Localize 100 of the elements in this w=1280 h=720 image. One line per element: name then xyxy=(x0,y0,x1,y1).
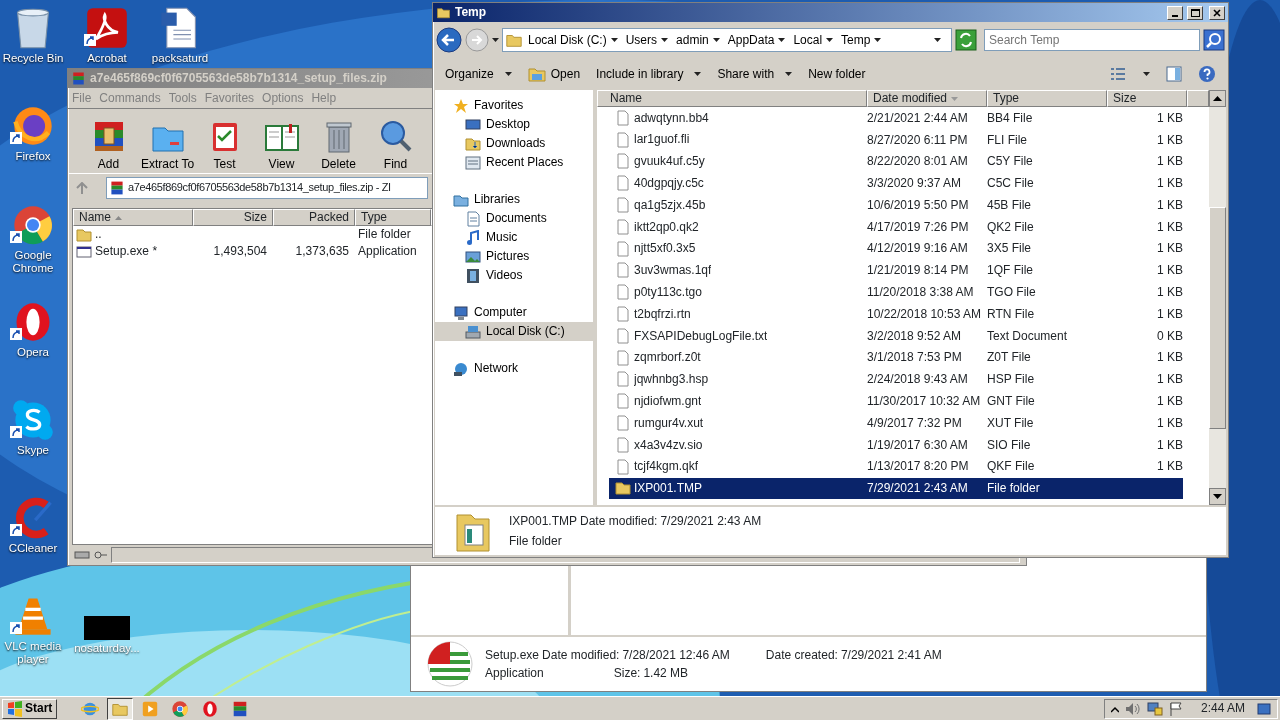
toolbar-button[interactable]: Find xyxy=(367,115,424,173)
dropdown-arrow-icon xyxy=(1143,72,1150,76)
column-header[interactable]: Size xyxy=(193,209,273,226)
column-header[interactable]: Date modified xyxy=(867,90,987,107)
file-row[interactable]: adwqtynn.bb4 2/21/2021 2:44 AM BB4 File 1 KB xyxy=(609,107,1183,129)
path-field[interactable]: a7e465f869cf0f6705563de58b7b1314_setup_files.zip - ZI xyxy=(106,177,428,199)
file-name: iktt2qp0.qk2 xyxy=(634,219,699,235)
breadcrumb-item[interactable]: Users xyxy=(622,32,672,48)
date-modified: 3/2/2018 9:52 AM xyxy=(867,328,963,344)
command-button[interactable]: Open xyxy=(519,66,589,82)
nav-item[interactable]: Pictures xyxy=(435,247,593,266)
toolbar-button[interactable]: Add xyxy=(80,115,137,173)
file-name: njdiofwm.gnt xyxy=(634,394,702,409)
maximize-button[interactable] xyxy=(1187,5,1203,20)
file-icon xyxy=(615,349,631,366)
nav-item[interactable]: Network xyxy=(435,359,593,378)
archive-stack-icon xyxy=(71,71,86,86)
column-header[interactable]: Packed xyxy=(273,209,355,226)
desktop-shortcut[interactable]: Firefox xyxy=(0,104,66,164)
nav-item[interactable]: Desktop xyxy=(435,115,593,134)
flag-icon[interactable] xyxy=(1168,701,1183,716)
date-modified: 4/12/2019 9:16 AM xyxy=(867,241,969,256)
column-header[interactable]: Type xyxy=(355,209,431,226)
file-row[interactable]: tcjf4kgm.qkf 1/13/2017 8:20 PM QKF File 1 KB xyxy=(609,455,1183,478)
speaker-icon[interactable] xyxy=(1124,701,1141,716)
search-field[interactable]: Search Temp xyxy=(984,29,1200,51)
file-row[interactable]: lar1guof.fli 8/27/2020 6:11 PM FLI File 1 KB xyxy=(609,128,1183,151)
file-row[interactable]: p0ty113c.tgo 11/20/2018 3:38 AM TGO File 1 KB xyxy=(609,281,1183,304)
close-button[interactable] xyxy=(1209,5,1225,20)
network-status-icon[interactable] xyxy=(1146,701,1163,716)
file-type: QK2 File xyxy=(987,219,1035,235)
file-row[interactable]: jqwhnbg3.hsp 2/24/2018 9:43 AM HSP File 1 KB xyxy=(609,368,1183,391)
command-button[interactable]: Share with xyxy=(709,66,801,82)
file-icon xyxy=(615,284,631,301)
command-button[interactable]: Include in library xyxy=(588,66,710,82)
column-header[interactable]: Size xyxy=(1107,90,1187,107)
file-row[interactable]: 3uv3wmas.1qf 1/21/2019 8:14 PM 1QF File 1 KB xyxy=(609,259,1183,282)
file-row[interactable]: njtt5xf0.3x5 4/12/2019 9:16 AM 3X5 File 1 KB xyxy=(609,237,1183,260)
nav-item[interactable]: Documents xyxy=(435,209,593,228)
file-row[interactable]: 40dgpqjy.c5c 3/3/2020 9:37 AM C5C File 1 KB xyxy=(609,172,1183,195)
show-desktop-icon[interactable] xyxy=(1257,702,1271,715)
taskbar-button[interactable] xyxy=(107,697,134,720)
scroll-up-icon[interactable] xyxy=(1209,90,1226,107)
desktop-shortcut[interactable]: Acrobat xyxy=(74,6,140,66)
date-modified: 4/17/2019 7:26 PM xyxy=(867,219,970,235)
scroll-down-icon[interactable] xyxy=(1209,488,1226,505)
nav-item[interactable]: Videos xyxy=(435,266,593,285)
show-hidden-icons-icon[interactable] xyxy=(1110,704,1119,713)
icon-label: Recycle Bin xyxy=(2,52,64,66)
toolbar-button[interactable]: Delete xyxy=(310,115,367,173)
vertical-scrollbar[interactable] xyxy=(1209,90,1226,505)
desktop-shortcut[interactable]: Google Chrome xyxy=(0,203,66,276)
back-button[interactable] xyxy=(436,27,462,53)
minimize-button[interactable] xyxy=(1167,5,1183,20)
nav-item[interactable]: Computer xyxy=(435,303,593,322)
file-row[interactable]: qa1g5zjx.45b 10/6/2019 5:50 PM 45B File 1 KB xyxy=(609,194,1183,216)
toolbar-button[interactable]: Extract To xyxy=(139,115,196,173)
toolbar-button[interactable]: View xyxy=(253,115,310,173)
command-button[interactable]: Organize xyxy=(437,66,520,82)
desktop-shortcut[interactable]: Opera xyxy=(0,300,66,360)
file-row[interactable]: rumgur4v.xut 4/9/2017 7:32 PM XUT File 1 KB xyxy=(609,412,1183,434)
desktop-shortcut[interactable]: Skype xyxy=(0,398,66,458)
breadcrumb-item[interactable]: admin xyxy=(673,32,723,48)
nav-item[interactable]: Favorites xyxy=(435,96,593,115)
file-row[interactable]: zqmrborf.z0t 3/1/2018 7:53 PM Z0T File 1 KB xyxy=(609,346,1183,369)
scroll-thumb[interactable] xyxy=(1209,207,1226,429)
file-row[interactable]: t2bqfrzi.rtn 10/22/2018 10:53 AM RTN File 1 KB xyxy=(609,303,1183,325)
file-row[interactable]: gvuuk4uf.c5y 8/22/2020 8:01 AM C5Y File 1 KB xyxy=(609,150,1183,173)
file-row[interactable]: njdiofwm.gnt 11/30/2017 10:32 AM GNT File 1 KB xyxy=(609,390,1183,413)
nav-item[interactable]: Local Disk (C:) xyxy=(435,322,593,341)
address-bar[interactable]: Local Disk (C:) Users admin AppData Local Temp xyxy=(502,28,952,52)
desktop-shortcut[interactable]: Recycle Bin xyxy=(0,6,66,66)
file-name: IXP001.TMP xyxy=(509,513,578,528)
file-row[interactable]: FXSAPIDebugLogFile.txt 3/2/2018 9:52 AM Text Document 0 KB xyxy=(609,324,1183,347)
breadcrumb-item[interactable]: Local Disk (C:) xyxy=(525,32,621,48)
nav-item[interactable]: Downloads xyxy=(435,134,593,153)
column-header[interactable]: Name xyxy=(597,90,867,107)
desktop-shortcut[interactable]: CCleaner xyxy=(0,496,66,556)
desktop-shortcut[interactable]: packsaturd xyxy=(147,6,213,66)
refresh-button[interactable] xyxy=(955,29,977,51)
file-row[interactable]: x4a3v4zv.sio 1/19/2017 6:30 AM SIO File 1 KB xyxy=(609,433,1183,456)
column-header[interactable]: Name xyxy=(73,209,193,226)
start-button[interactable]: Start xyxy=(2,698,58,719)
breadcrumb-item[interactable]: Temp xyxy=(838,32,885,48)
dropdown-arrow-icon xyxy=(661,38,669,42)
command-button[interactable]: New folder xyxy=(800,66,874,82)
breadcrumb-item[interactable]: Local xyxy=(790,32,837,48)
nav-item[interactable]: Music xyxy=(435,228,593,247)
clock[interactable]: 2:44 AM xyxy=(1200,701,1245,716)
file-row[interactable]: iktt2qp0.qk2 4/17/2019 7:26 PM QK2 File 1 KB xyxy=(609,216,1183,238)
file-name: t2bqfrzi.rtn xyxy=(634,306,691,322)
column-header[interactable]: Type xyxy=(987,90,1107,107)
file-type: C5C File xyxy=(987,176,1035,191)
nav-item[interactable]: Libraries xyxy=(435,190,593,209)
search-button[interactable] xyxy=(1203,29,1225,51)
toolbar-button[interactable]: Test xyxy=(196,115,253,173)
file-size: 1 KB xyxy=(1156,415,1183,431)
nav-item[interactable]: Recent Places xyxy=(435,153,593,172)
breadcrumb-item[interactable]: AppData xyxy=(724,32,789,48)
file-row[interactable]: IXP001.TMP 7/29/2021 2:43 AM File folder xyxy=(609,477,1183,500)
